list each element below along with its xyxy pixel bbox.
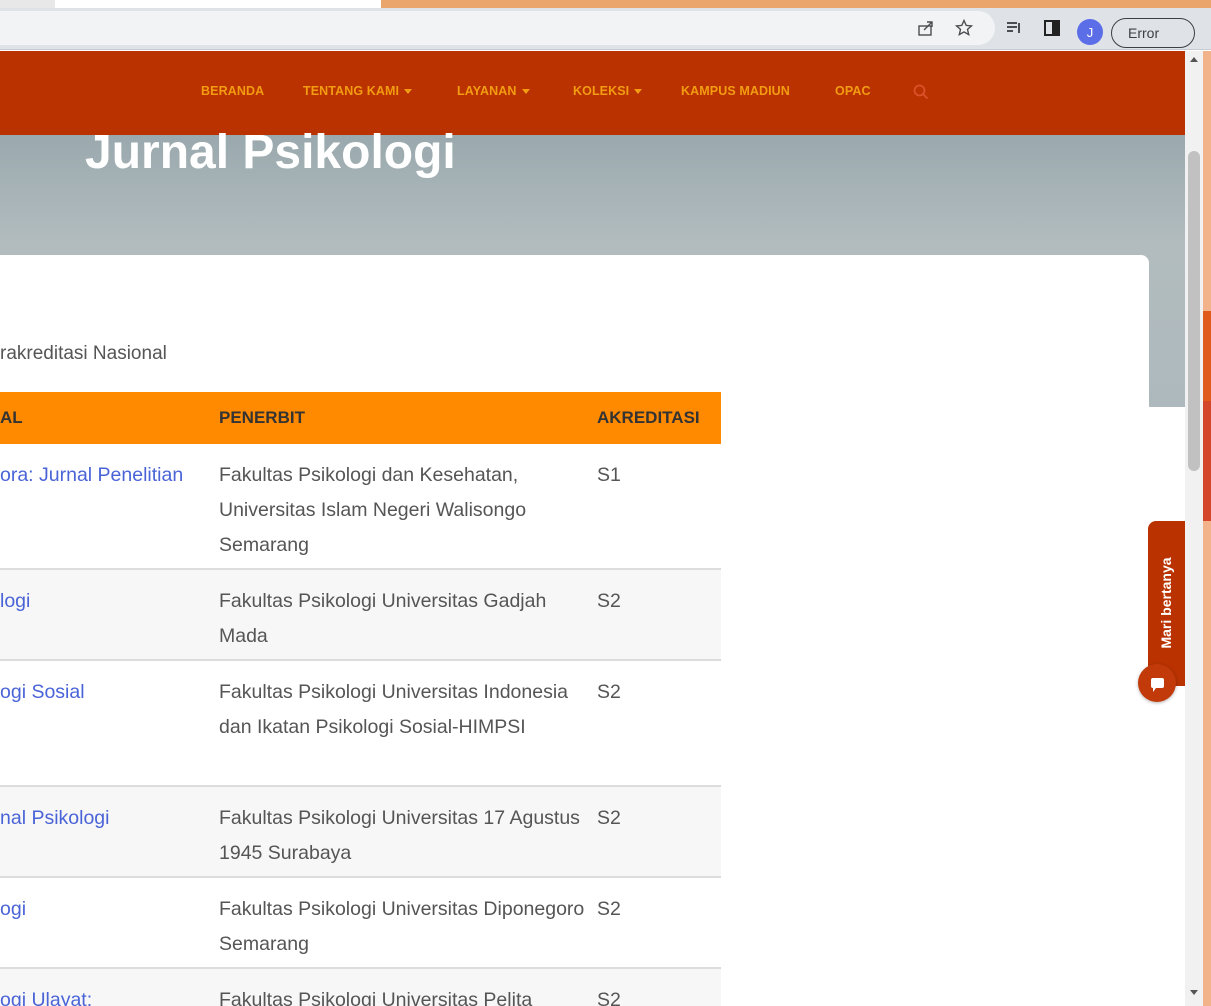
table-row: ogi Fakultas Psikologi Universitas Dipon…	[0, 878, 721, 969]
journal-link[interactable]: nal Psikologi	[0, 801, 109, 836]
content-card: rakreditasi Nasional AL PENERBIT AKREDIT…	[0, 255, 1149, 1006]
scrollbar-thumb[interactable]	[1188, 151, 1200, 471]
accreditation-cell: S1	[597, 464, 621, 486]
publisher-cell: Fakultas Psikologi Universitas Indonesia…	[219, 681, 569, 738]
section-subheading: rakreditasi Nasional	[0, 343, 167, 364]
accreditation-cell: S2	[597, 989, 621, 1006]
publisher-cell: Fakultas Psikologi Universitas 17 Agustu…	[219, 807, 580, 864]
journal-link[interactable]: logi	[0, 584, 30, 619]
bookmark-star-icon[interactable]	[950, 14, 978, 42]
deco-block	[1203, 401, 1211, 521]
chat-tab[interactable]: Mari bertanya	[1148, 521, 1185, 686]
search-icon[interactable]	[913, 84, 929, 100]
error-button[interactable]: Error	[1111, 18, 1195, 48]
nav-item-koleksi[interactable]: KOLEKSI	[573, 84, 643, 98]
table-row: ogi Sosial Fakultas Psikologi Universita…	[0, 661, 721, 787]
deco-block	[1203, 311, 1211, 401]
share-icon[interactable]	[912, 14, 940, 42]
nav-item-kampus-madiun[interactable]: KAMPUS MADIUN	[681, 84, 790, 98]
address-bar[interactable]	[0, 11, 995, 45]
caret-down-icon	[404, 89, 413, 95]
nav-item-layanan[interactable]: LAYANAN	[457, 84, 530, 98]
table-row: ora: Jurnal Penelitian Fakultas Psikolog…	[0, 444, 721, 570]
window-top-strip	[0, 0, 1211, 8]
header-accreditation: AKREDITASI	[597, 408, 700, 427]
publisher-cell: Fakultas Psikologi Universitas Diponegor…	[219, 898, 585, 955]
table-row: logi Fakultas Psikologi Universitas Gadj…	[0, 570, 721, 661]
journal-link[interactable]: ogi	[0, 892, 26, 927]
chat-bubble-button[interactable]	[1138, 664, 1176, 702]
background-tab[interactable]	[55, 0, 381, 8]
message-icon	[1150, 678, 1164, 692]
publisher-cell: Fakultas Psikologi dan Kesehatan, Univer…	[219, 464, 527, 556]
publisher-cell: Fakultas Psikologi Universitas Pelita	[219, 989, 533, 1006]
profile-avatar[interactable]: J	[1077, 19, 1103, 45]
accreditation-cell: S2	[597, 898, 621, 920]
nav-item-tentang-kami[interactable]: TENTANG KAMI	[303, 84, 413, 98]
accreditation-cell: S2	[597, 681, 621, 703]
scroll-up-arrow-icon[interactable]	[1190, 57, 1198, 62]
table-header: AL PENERBIT AKREDITASI	[0, 392, 721, 444]
accreditation-cell: S2	[597, 807, 621, 829]
table-row: nal Psikologi Fakultas Psikologi Univers…	[0, 787, 721, 878]
table-row: ogi Ulayat: Fakultas Psikologi Universit…	[0, 969, 721, 1006]
publisher-cell: Fakultas Psikologi Universitas Gadjah Ma…	[219, 590, 547, 647]
header-journal: AL	[0, 408, 23, 427]
desktop-background	[381, 0, 1211, 8]
page-title: Jurnal Psikologi	[85, 126, 456, 179]
accreditation-cell: S2	[597, 590, 621, 612]
caret-down-icon	[521, 89, 530, 95]
caret-down-icon	[634, 89, 643, 95]
journal-table: AL PENERBIT AKREDITASI ora: Jurnal Penel…	[0, 392, 721, 1006]
site-navbar: BERANDA TENTANG KAMI LAYANAN KOLEKSI KAM…	[0, 51, 1185, 135]
chat-label: Mari bertanya	[1158, 557, 1174, 649]
journal-link[interactable]: ogi Sosial	[0, 675, 85, 710]
nav-item-opac[interactable]: OPAC	[835, 84, 871, 98]
journal-link[interactable]: ogi Ulayat:	[0, 983, 92, 1006]
page-scrollbar[interactable]	[1185, 51, 1203, 1006]
browser-toolbar: J Error	[0, 8, 1211, 50]
reading-list-icon[interactable]	[1000, 14, 1028, 42]
journal-link[interactable]: ora: Jurnal Penelitian	[0, 458, 183, 493]
header-publisher: PENERBIT	[219, 408, 305, 427]
scroll-down-arrow-icon[interactable]	[1190, 990, 1198, 995]
desktop-background-edge	[1203, 51, 1211, 1006]
nav-item-beranda[interactable]: BERANDA	[201, 84, 264, 98]
side-panel-icon[interactable]	[1038, 14, 1066, 42]
